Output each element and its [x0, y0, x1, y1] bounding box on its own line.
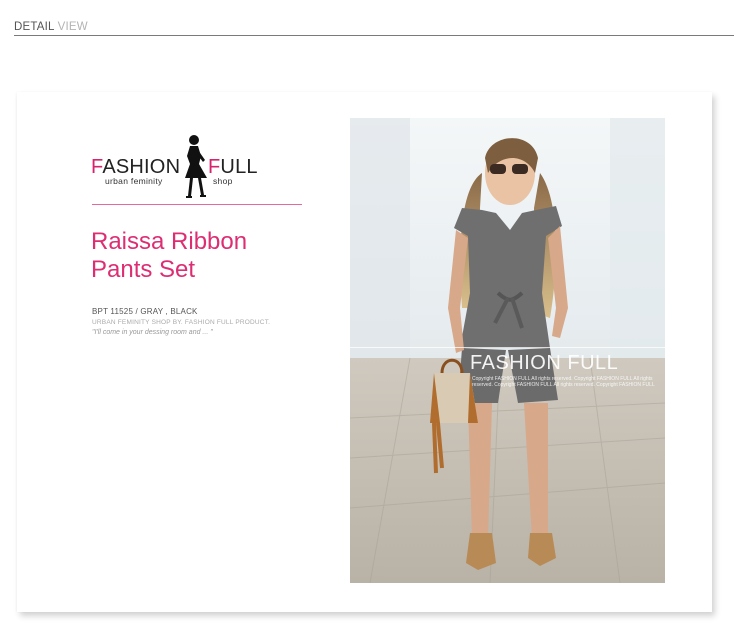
product-quote: "I'll come in your dessing room and ... … [92, 329, 213, 336]
brand-logo: FASHION FULL urban feminity shop [91, 134, 266, 200]
photo-watermark: FASHION FULL [470, 352, 619, 374]
title-divider [92, 204, 302, 205]
product-photo: FASHION FULL Copyright FASHION FULL All … [350, 118, 665, 583]
photo-watermark-copyright: Copyright FASHION FULL All rights reserv… [472, 376, 655, 388]
model-photo-illustration [350, 118, 665, 583]
header-detail-label: DETAIL [14, 21, 55, 33]
header-view-label: VIEW [57, 21, 88, 33]
detail-view-header: DETAIL VIEW [14, 17, 734, 36]
product-title: Raissa Ribbon Pants Set [91, 228, 248, 283]
shop-credit: URBAN FEMINITY SHOP BY. FASHION FULL PRO… [92, 319, 271, 326]
logo-tagline: urban feminity [105, 176, 163, 186]
product-code: BPT 11525 / GRAY , BLACK [92, 307, 198, 316]
logo-tagline-shop: shop [213, 176, 233, 186]
watermark-line [350, 347, 665, 348]
silhouette-woman-icon [185, 135, 207, 198]
